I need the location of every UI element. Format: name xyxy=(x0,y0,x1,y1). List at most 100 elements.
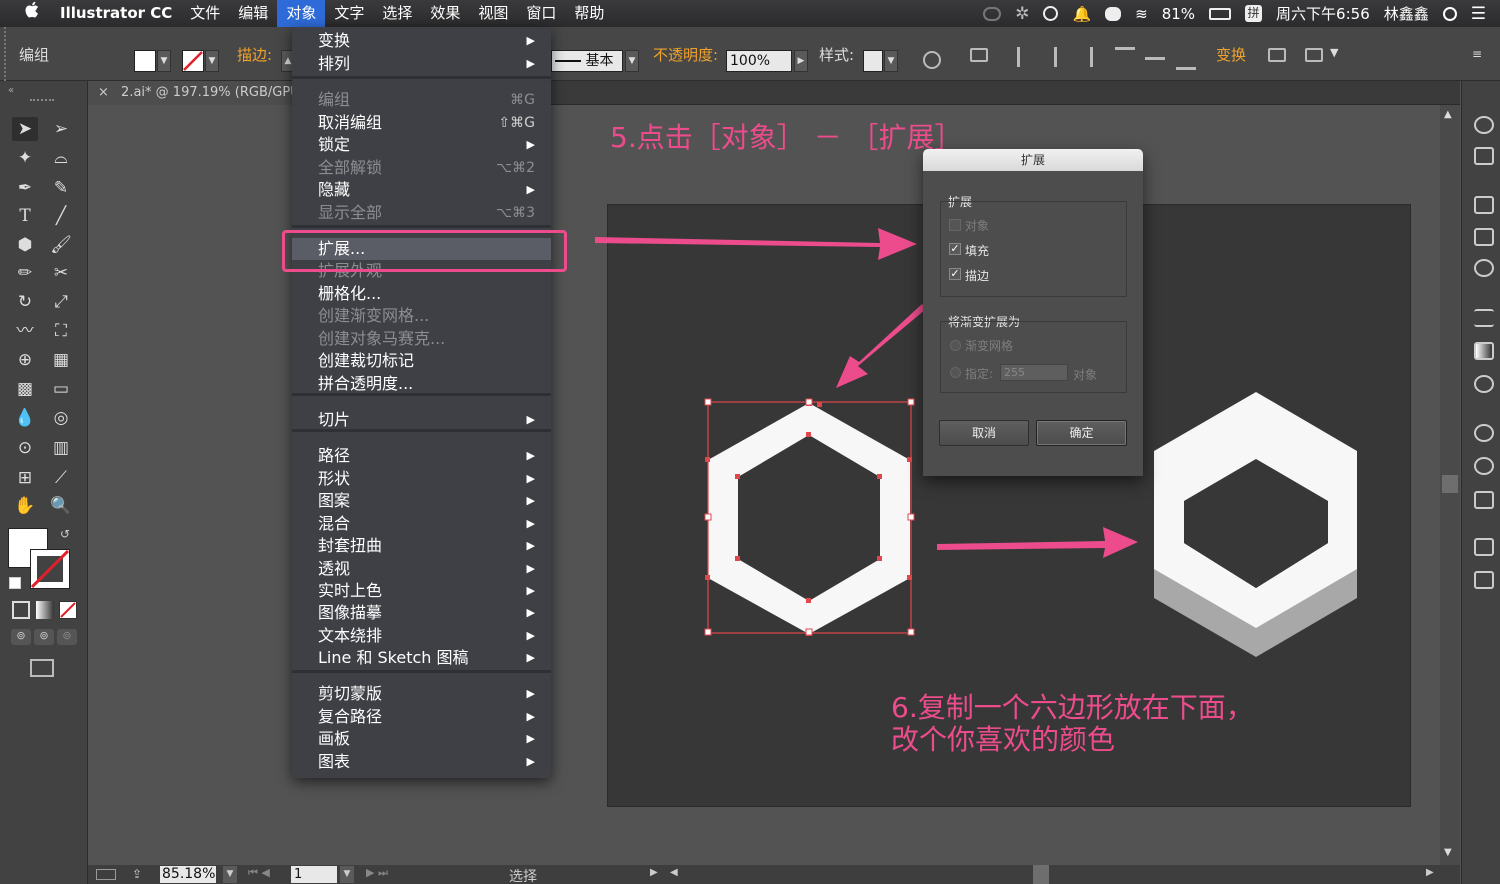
menu-item-label: 拼合透明度... xyxy=(318,374,414,393)
vertical-scrollbar[interactable]: ▲ ▼ xyxy=(1440,105,1460,865)
submenu-arrow-icon: ▶ xyxy=(526,472,535,485)
object-menu-item[interactable]: 实时上色 ▶ xyxy=(292,580,551,602)
layers-icon[interactable] xyxy=(1474,538,1494,556)
hscroll-left-icon[interactable]: ◀ xyxy=(670,867,678,878)
highlight-box-annotation xyxy=(282,230,567,272)
scroll-up-icon[interactable]: ▲ xyxy=(1444,109,1452,120)
menu-item-label: 文本绕排 xyxy=(318,626,383,645)
object-menu-item[interactable]: 图案 ▶ xyxy=(292,490,551,512)
menu-item-shortcut: ⇧⌘G xyxy=(498,115,535,131)
hscroll-thumb[interactable] xyxy=(1033,865,1049,884)
menu-separator xyxy=(292,76,551,79)
fill-checkbox-label: 填充 xyxy=(965,244,990,258)
object-menu-item[interactable]: 混合 ▶ xyxy=(292,513,551,535)
object-menu-item[interactable]: 创建裁切标记 xyxy=(292,350,551,372)
graphic-styles-icon[interactable] xyxy=(1474,457,1494,475)
appearance-icon[interactable] xyxy=(1474,424,1494,442)
brushes-icon[interactable] xyxy=(1474,228,1494,246)
hscroll-right-icon[interactable]: ▶ xyxy=(1426,867,1434,878)
arrow-to-result xyxy=(937,527,1138,558)
menu-item-label: 实时上色 xyxy=(318,581,383,600)
stroke-checkbox[interactable]: ✓ xyxy=(949,268,961,280)
gradient-mesh-label: 渐变网格 xyxy=(965,339,1014,353)
next-artboard-icon[interactable]: ▶ ⏭ xyxy=(366,866,388,880)
status-menu-arrow[interactable]: ▶ xyxy=(650,867,658,878)
transparency-icon[interactable] xyxy=(1474,375,1494,393)
object-menu-item[interactable]: 拼合透明度... xyxy=(292,373,551,395)
ok-button[interactable]: 确定 xyxy=(1036,420,1127,446)
submenu-arrow-icon: ▶ xyxy=(526,629,535,642)
object-menu-item[interactable]: 封套扭曲 ▶ xyxy=(292,535,551,557)
scroll-down-icon[interactable]: ▼ xyxy=(1444,847,1452,858)
menu-item-label: 图表 xyxy=(318,752,351,771)
object-menu-item[interactable]: 切片 ▶ xyxy=(292,409,551,431)
object-menu: 变换 ▶ 排列 ▶ 编组 ⌘G 取消编组 ⇧⌘G 锁定 ▶ 全部解锁 ⌥⌘2 隐藏 ▶ 显示全部 ⌥⌘3 扩展.… xyxy=(292,27,551,778)
gradient-mesh-radio[interactable] xyxy=(950,340,961,351)
submenu-arrow-icon: ▶ xyxy=(526,449,535,462)
object-menu-item[interactable]: 形状 ▶ xyxy=(292,468,551,490)
object-menu-item[interactable]: 图表 ▶ xyxy=(292,751,551,773)
object-menu-item[interactable]: 取消编组 ⇧⌘G xyxy=(292,112,551,134)
first-artboard-icon[interactable]: ⏮ ◀ xyxy=(248,866,270,880)
step5-annotation: 5.点击［对象］ － ［扩展］ xyxy=(610,121,963,154)
object-menu-item[interactable]: 栅格化... xyxy=(292,283,551,305)
specify-objects-input[interactable]: 255 xyxy=(1000,364,1068,381)
scroll-thumb[interactable] xyxy=(1442,475,1458,493)
gpu-preview-icon[interactable] xyxy=(96,869,116,880)
submenu-arrow-icon: ▶ xyxy=(526,606,535,619)
artboard-dropdown[interactable]: ▼ xyxy=(340,866,354,883)
menu-item-label: 剪切蒙版 xyxy=(318,684,383,703)
object-menu-item[interactable]: 文本绕排 ▶ xyxy=(292,625,551,647)
zoom-dropdown[interactable]: ▼ xyxy=(223,866,237,883)
object-menu-item: 显示全部 ⌥⌘3 xyxy=(292,202,551,224)
dialog-title[interactable]: 扩展 xyxy=(923,149,1143,171)
swatches-icon[interactable] xyxy=(1474,196,1494,214)
fill-checkbox[interactable]: ✓ xyxy=(949,243,961,255)
object-menu-item[interactable]: 画板 ▶ xyxy=(292,728,551,750)
asset-export-icon[interactable] xyxy=(1474,491,1494,509)
object-menu-item[interactable]: Line 和 Sketch 图稿 ▶ xyxy=(292,647,551,669)
object-menu-item[interactable]: 剪切蒙版 ▶ xyxy=(292,683,551,705)
artboards-panel-icon[interactable] xyxy=(1474,571,1494,589)
color-panel-icon[interactable] xyxy=(1474,116,1494,134)
color-guide-icon[interactable] xyxy=(1474,147,1494,165)
menu-separator xyxy=(292,670,551,673)
menu-item-label: 创建裁切标记 xyxy=(318,351,415,370)
menu-item-label: 隐藏 xyxy=(318,180,351,199)
object-menu-item[interactable]: 锁定 ▶ xyxy=(292,134,551,156)
arrow-to-hexagon xyxy=(836,304,926,388)
object-checkbox[interactable] xyxy=(949,219,961,231)
object-menu-item[interactable]: 图像描摹 ▶ xyxy=(292,602,551,624)
zoom-field[interactable]: 85.18% xyxy=(160,866,216,883)
menu-item-label: 变换 xyxy=(318,31,351,50)
object-checkbox-label: 对象 xyxy=(965,219,990,233)
gradient-group xyxy=(940,321,1127,393)
cancel-button[interactable]: 取消 xyxy=(939,420,1029,446)
submenu-arrow-icon: ▶ xyxy=(526,57,535,70)
specify-radio[interactable] xyxy=(950,367,961,378)
object-menu-item: 创建渐变网格... xyxy=(292,305,551,327)
menu-item-shortcut: ⌘G xyxy=(510,92,535,108)
submenu-arrow-icon: ▶ xyxy=(526,138,535,151)
object-menu-item[interactable]: 隐藏 ▶ xyxy=(292,179,551,201)
menu-item-label: 创建渐变网格... xyxy=(318,306,430,325)
object-menu-item[interactable]: 路径 ▶ xyxy=(292,445,551,467)
object-menu-item: 全部解锁 ⌥⌘2 xyxy=(292,157,551,179)
stroke-panel-icon[interactable] xyxy=(1474,309,1494,327)
object-menu-item[interactable]: 复合路径 ▶ xyxy=(292,706,551,728)
submenu-arrow-icon: ▶ xyxy=(526,539,535,552)
gradient-panel-icon[interactable] xyxy=(1474,342,1494,360)
object-menu-item[interactable]: 排列 ▶ xyxy=(292,53,551,75)
menu-item-label: 取消编组 xyxy=(318,113,383,132)
submenu-arrow-icon: ▶ xyxy=(526,562,535,575)
artboard-number-field[interactable]: 1 xyxy=(291,866,337,883)
menu-item-label: 显示全部 xyxy=(318,203,383,222)
specify-unit-label: 对象 xyxy=(1073,368,1098,382)
stroke-checkbox-label: 描边 xyxy=(965,269,990,283)
menu-item-label: 封套扭曲 xyxy=(318,536,383,555)
share-icon[interactable]: ⇪ xyxy=(132,867,142,881)
object-menu-item[interactable]: 透视 ▶ xyxy=(292,558,551,580)
object-menu-item[interactable]: 变换 ▶ xyxy=(292,30,551,52)
submenu-arrow-icon: ▶ xyxy=(526,517,535,530)
symbols-icon[interactable] xyxy=(1474,259,1494,277)
